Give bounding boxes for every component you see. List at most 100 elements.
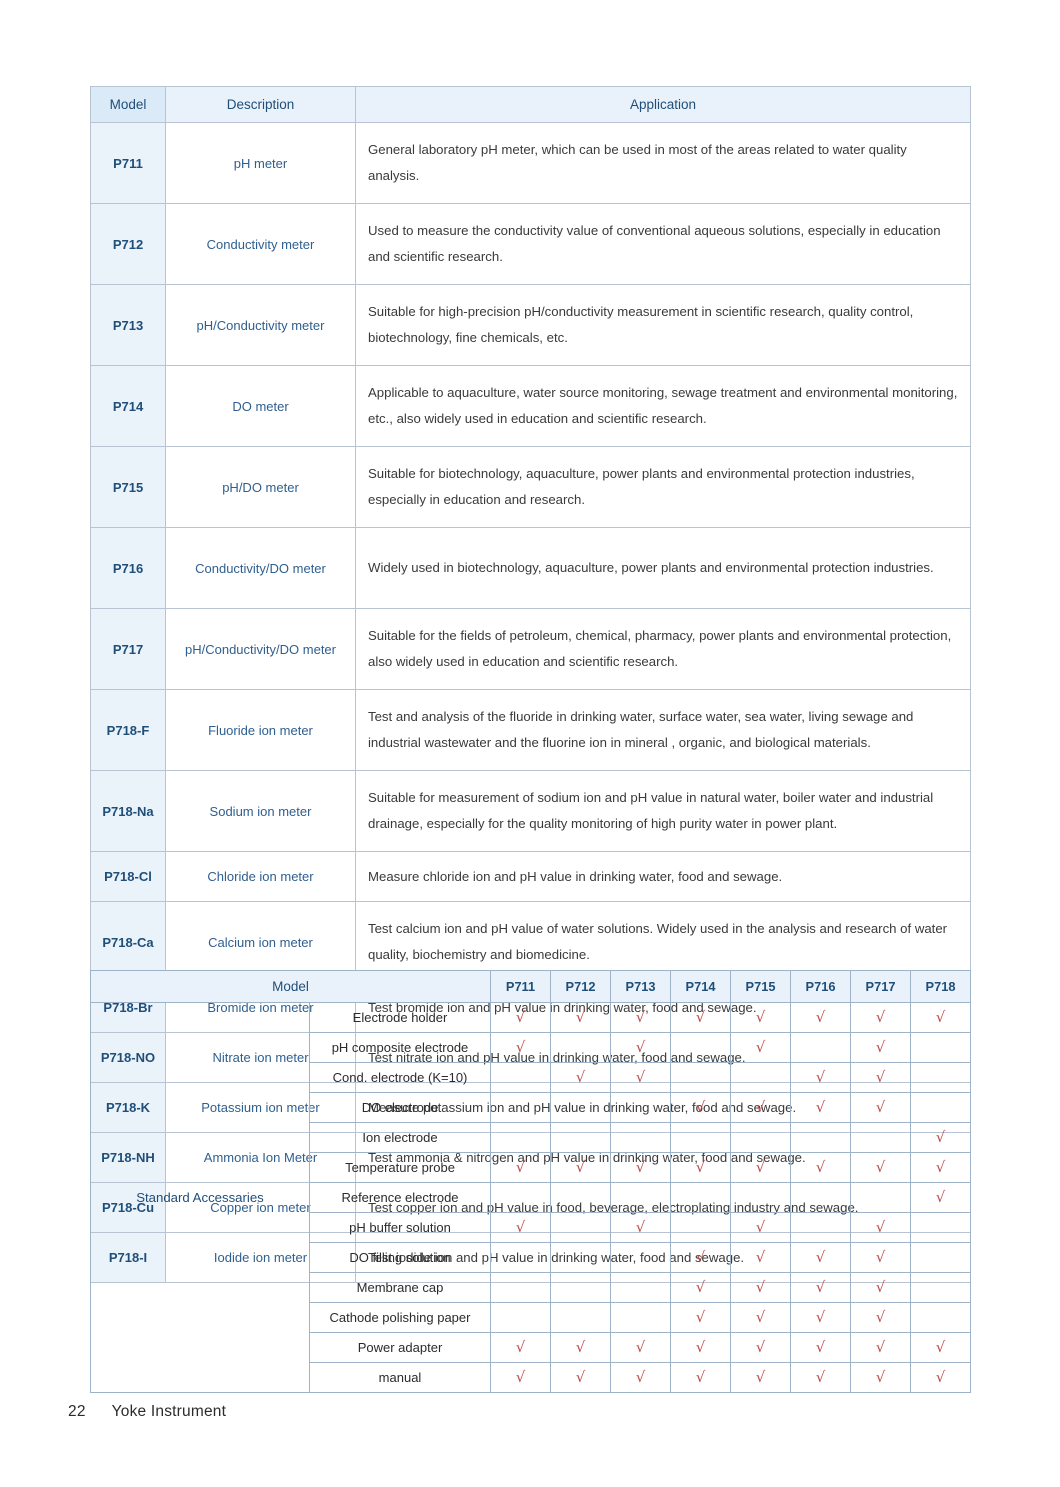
document-page: Model Description Application P711 pH met… (0, 0, 1060, 1487)
accessory-cell-empty (910, 1272, 971, 1303)
accessory-cell-empty (670, 1212, 731, 1243)
check-icon: √ (490, 1032, 551, 1063)
accessory-cell-empty (490, 1092, 551, 1123)
table-header-row: Model Description Application (90, 86, 971, 123)
table-row: P713 pH/Conductivity meter Suitable for hi… (90, 284, 971, 366)
accessory-cell-empty (610, 1122, 671, 1153)
accessories-column-header-p715: P715 (730, 970, 791, 1003)
cell-application: Suitable for high-precision pH/conductiv… (355, 284, 971, 366)
check-icon: √ (610, 1362, 671, 1393)
check-icon: √ (850, 1092, 911, 1123)
check-icon: √ (730, 1092, 791, 1123)
cell-application: Test and analysis of the fluoride in dri… (355, 689, 971, 771)
check-icon: √ (790, 1152, 851, 1183)
accessory-cell-empty (550, 1122, 611, 1153)
check-icon: √ (790, 1332, 851, 1363)
accessory-cell-empty (910, 1032, 971, 1063)
accessory-cell-empty (610, 1242, 671, 1273)
accessories-column-header-p714: P714 (670, 970, 731, 1003)
accessory-row: Standard Accessaries Electrode holder √ √ √ √… (90, 1002, 971, 1393)
cell-description: Fluoride ion meter (165, 689, 356, 771)
accessory-cell-empty (490, 1182, 551, 1213)
check-icon: √ (850, 1032, 911, 1063)
accessories-header-model: Model (90, 970, 491, 1003)
cell-description: Conductivity/DO meter (165, 527, 356, 609)
check-icon: √ (610, 1062, 671, 1093)
accessory-cell-empty (670, 1062, 731, 1093)
check-icon: √ (910, 1122, 971, 1153)
accessory-name: pH buffer solution (309, 1212, 491, 1243)
accessory-cell-empty (550, 1092, 611, 1123)
column-header-application: Application (355, 86, 971, 123)
accessory-cell-empty (850, 1122, 911, 1153)
check-icon: √ (850, 1362, 911, 1393)
check-icon: √ (610, 1002, 671, 1033)
accessories-column-header-p712: P712 (550, 970, 611, 1003)
cell-model: P715 (90, 446, 166, 528)
cell-model: P713 (90, 284, 166, 366)
cell-description: pH/Conductivity/DO meter (165, 608, 356, 690)
check-icon: √ (850, 1062, 911, 1093)
cell-application: Widely used in biotechnology, aquacultur… (355, 527, 971, 609)
accessory-cell-empty (850, 1182, 911, 1213)
accessory-name: Ion electrode (309, 1122, 491, 1153)
check-icon: √ (790, 1362, 851, 1393)
accessory-name: Membrane cap (309, 1272, 491, 1303)
cell-description: Conductivity meter (165, 203, 356, 285)
check-icon: √ (850, 1212, 911, 1243)
cell-description: Chloride ion meter (165, 851, 356, 902)
accessory-cell-empty (670, 1182, 731, 1213)
accessory-cell-empty (730, 1122, 791, 1153)
check-icon: √ (610, 1032, 671, 1063)
column-header-model: Model (90, 86, 166, 123)
check-icon: √ (670, 1092, 731, 1123)
check-icon: √ (850, 1002, 911, 1033)
accessories-column-header-p713: P713 (610, 970, 671, 1003)
accessory-cell-empty (550, 1212, 611, 1243)
cell-application: Applicable to aquaculture, water source … (355, 365, 971, 447)
check-icon: √ (910, 1152, 971, 1183)
check-icon: √ (910, 1182, 971, 1213)
accessories-table-header: Model P711 P712 P713 P714 P715 P716 P717 P718 (90, 970, 971, 1003)
check-icon: √ (550, 1362, 611, 1393)
table-row: P712 Conductivity meter Used to measure th… (90, 203, 971, 285)
page-number: 22 (68, 1403, 86, 1420)
check-icon: √ (490, 1362, 551, 1393)
check-icon: √ (730, 1032, 791, 1063)
check-icon: √ (550, 1332, 611, 1363)
accessory-cell-empty (790, 1182, 851, 1213)
footer-company: Yoke Instrument (111, 1403, 227, 1420)
accessory-name: Power adapter (309, 1332, 491, 1363)
accessories-column-header-p711: P711 (490, 970, 551, 1003)
cell-application: Used to measure the conductivity value o… (355, 203, 971, 285)
table-row: P718-F Fluoride ion meter Test and analysi… (90, 689, 971, 771)
cell-model: P718-Na (90, 770, 166, 852)
check-icon: √ (730, 1302, 791, 1333)
accessory-cell-empty (550, 1242, 611, 1273)
cell-application: General laboratory pH meter, which can b… (355, 122, 971, 204)
accessory-name: Temperature probe (309, 1152, 491, 1183)
accessory-name: Electrode holder (309, 1002, 491, 1033)
check-icon: √ (790, 1302, 851, 1333)
table-row: P711 pH meter General laboratory pH meter,… (90, 122, 971, 204)
accessory-cell-empty (670, 1122, 731, 1153)
check-icon: √ (490, 1212, 551, 1243)
accessory-cell-empty (910, 1092, 971, 1123)
accessory-cell-empty (550, 1302, 611, 1333)
cell-model: P718-Cl (90, 851, 166, 902)
accessory-cell-empty (790, 1122, 851, 1153)
check-icon: √ (910, 1362, 971, 1393)
accessory-name: Reference electrode (309, 1182, 491, 1213)
check-icon: √ (790, 1062, 851, 1093)
accessory-cell-empty (730, 1062, 791, 1093)
table-row: P716 Conductivity/DO meter Widely used in … (90, 527, 971, 609)
check-icon: √ (670, 1242, 731, 1273)
accessory-cell-empty (910, 1212, 971, 1243)
check-icon: √ (610, 1332, 671, 1363)
accessory-name: pH composite electrode (309, 1032, 491, 1063)
accessory-name: manual (309, 1362, 491, 1393)
accessory-cell-empty (670, 1032, 731, 1063)
check-icon: √ (670, 1272, 731, 1303)
accessory-cell-empty (910, 1302, 971, 1333)
check-icon: √ (910, 1002, 971, 1033)
